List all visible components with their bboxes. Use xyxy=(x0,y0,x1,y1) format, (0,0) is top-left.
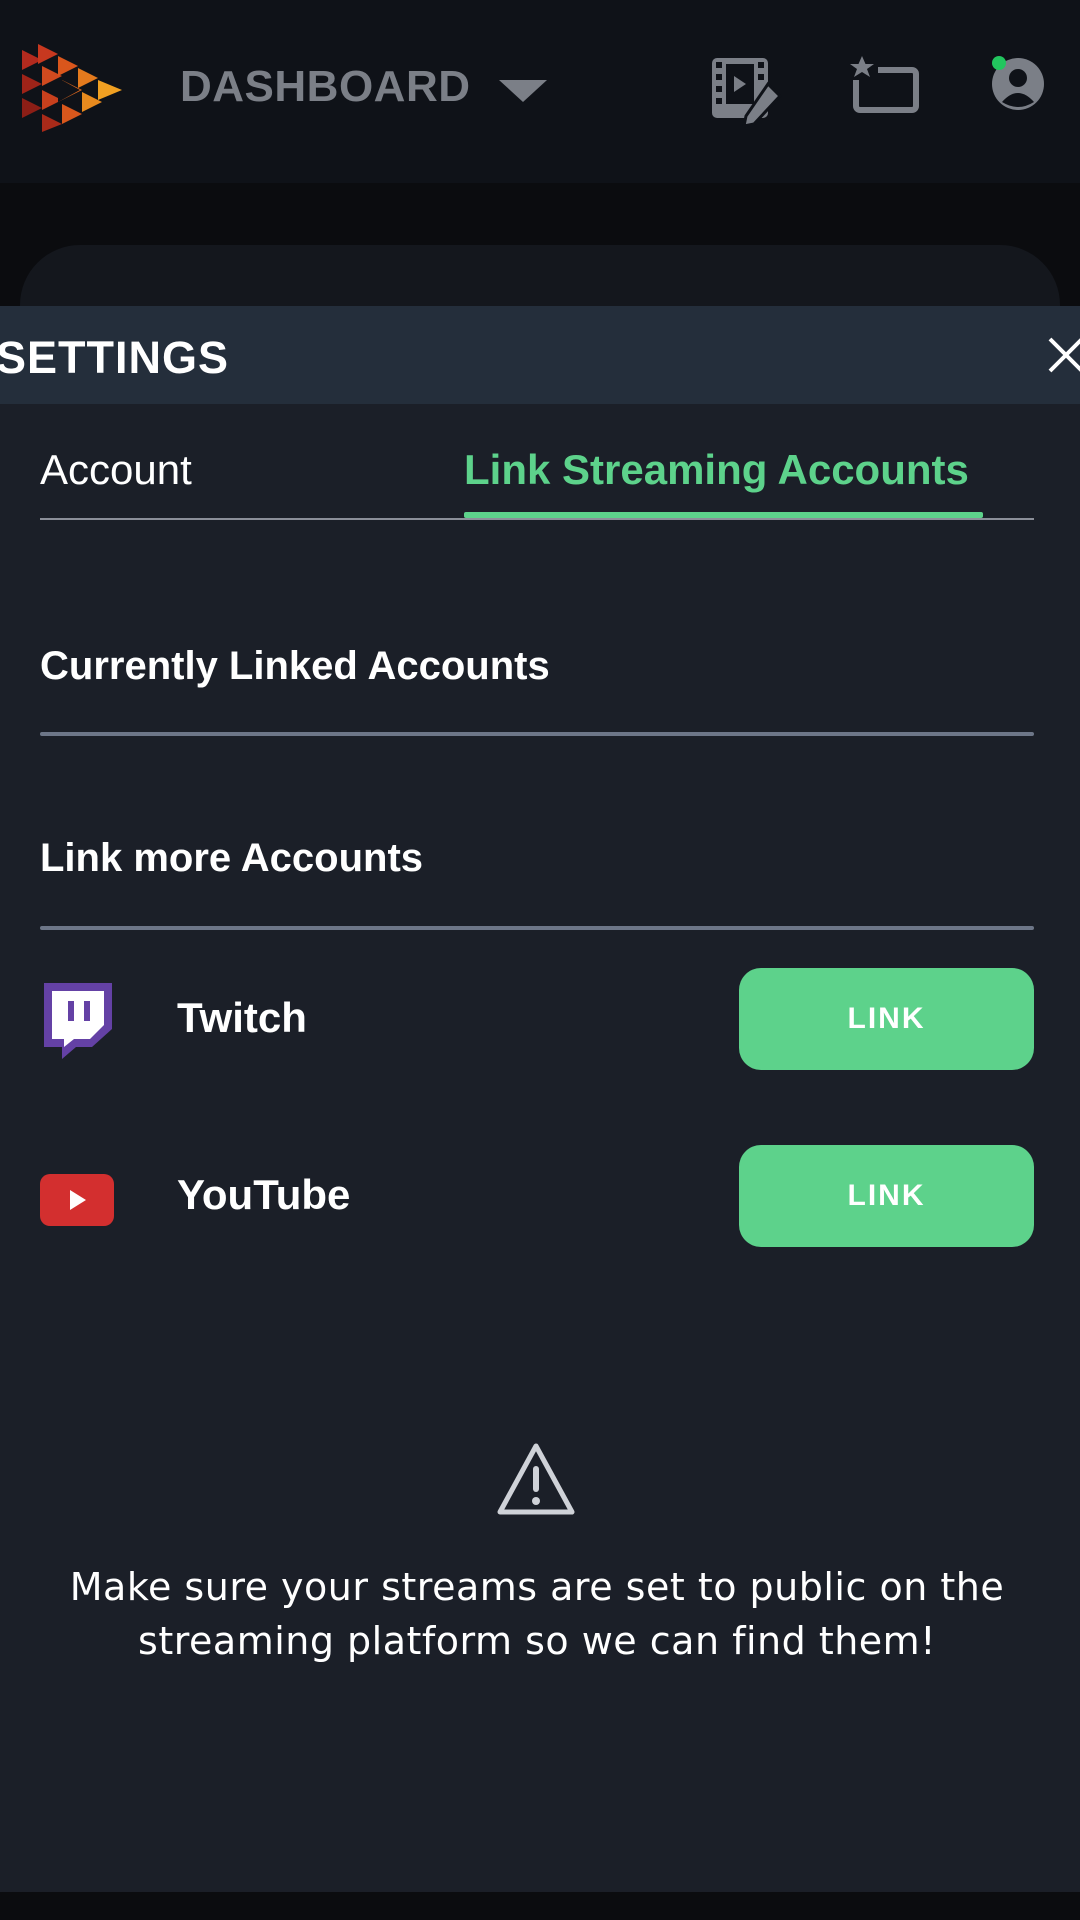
tabs-divider xyxy=(40,518,1034,520)
settings-panel: SETTINGS Account Link Streaming Accounts… xyxy=(0,306,1080,1892)
close-icon[interactable] xyxy=(1046,335,1080,375)
section-divider xyxy=(40,926,1034,930)
link-more-title: Link more Accounts xyxy=(40,836,424,880)
tab-link-streaming-accounts[interactable]: Link Streaming Accounts xyxy=(464,446,969,518)
link-twitch-button[interactable]: LINK xyxy=(739,968,1034,1070)
logo-icon[interactable] xyxy=(18,38,126,134)
settings-title: SETTINGS xyxy=(0,332,230,383)
settings-header: SETTINGS xyxy=(0,306,1080,404)
twitch-icon xyxy=(44,983,112,1059)
platform-row-youtube: YouTube LINK xyxy=(40,1145,1034,1247)
link-youtube-button[interactable]: LINK xyxy=(739,1145,1034,1247)
tab-account[interactable]: Account xyxy=(40,446,192,518)
favorites-icon[interactable] xyxy=(848,54,920,114)
top-bar: DASHBOARD xyxy=(0,0,1080,183)
currently-linked-title: Currently Linked Accounts xyxy=(40,644,550,688)
active-tab-indicator xyxy=(464,512,983,518)
online-status-dot xyxy=(992,56,1006,70)
twitch-label: Twitch xyxy=(177,994,307,1041)
video-edit-icon[interactable] xyxy=(708,54,784,130)
section-divider xyxy=(40,732,1034,736)
youtube-label: YouTube xyxy=(177,1171,351,1218)
user-icon[interactable] xyxy=(988,54,1048,114)
warning-icon xyxy=(497,1443,575,1515)
chevron-down-icon[interactable] xyxy=(499,80,547,102)
youtube-icon xyxy=(40,1174,114,1226)
public-streams-notice: Make sure your streams are set to public… xyxy=(69,1565,1005,1663)
platform-row-twitch: Twitch LINK xyxy=(40,968,1034,1070)
settings-tabs: Account Link Streaming Accounts xyxy=(40,446,1034,520)
dashboard-title[interactable]: DASHBOARD xyxy=(180,62,471,112)
